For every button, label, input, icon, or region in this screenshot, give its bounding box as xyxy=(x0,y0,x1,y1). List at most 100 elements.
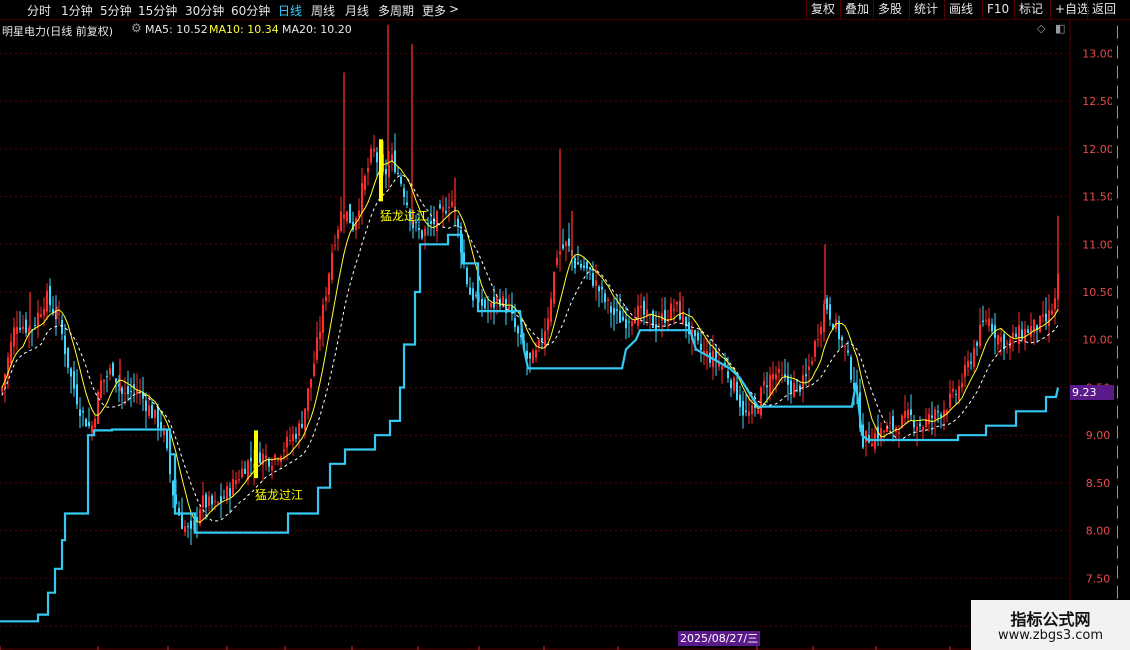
side-panel-glyph: │ xyxy=(1114,86,1121,99)
kline-chart[interactable]: 13.0012.5012.0011.5011.0010.5010.009.509… xyxy=(0,20,1112,650)
period-tab-7[interactable]: 周线 xyxy=(311,2,335,19)
candle-body xyxy=(1030,326,1032,337)
candle-body xyxy=(271,465,273,471)
y-tick-label: 12.50 xyxy=(1082,95,1112,108)
candle-body xyxy=(841,337,843,341)
candle-body xyxy=(229,488,231,497)
candle-body xyxy=(241,468,243,478)
candle-body xyxy=(745,410,747,413)
candle-body xyxy=(541,337,543,341)
period-tab-6[interactable]: 日线 xyxy=(278,2,302,19)
side-panel-glyph: │ xyxy=(1114,206,1121,219)
candle-body xyxy=(289,440,291,442)
candle-body xyxy=(967,360,969,368)
period-tab-9[interactable]: 多周期 xyxy=(378,2,414,19)
toolbar-button-6[interactable]: 标记 xyxy=(1014,0,1047,19)
side-panel-glyph: │ xyxy=(1114,386,1121,399)
candle-body xyxy=(286,436,288,448)
candle-body xyxy=(892,416,894,430)
candle-body xyxy=(307,388,309,411)
candle-body xyxy=(1042,314,1044,317)
signal-bar xyxy=(379,139,383,202)
candle-body xyxy=(94,418,96,428)
candle-body xyxy=(10,341,12,364)
toolbar-button-8[interactable]: 返回 xyxy=(1087,0,1120,19)
candle-body xyxy=(772,373,774,380)
candle-body xyxy=(919,423,921,427)
candle-body xyxy=(394,150,396,172)
candle-body xyxy=(154,409,156,418)
toolbar-button-0[interactable]: 复权 xyxy=(806,0,839,19)
toolbar-button-1[interactable]: 叠加 xyxy=(840,0,873,19)
period-tab-2[interactable]: 5分钟 xyxy=(100,2,132,19)
toolbar-button-5[interactable]: F10 xyxy=(982,0,1013,19)
candle-body xyxy=(595,280,597,286)
candle-body xyxy=(916,426,918,431)
candle-body xyxy=(574,258,576,269)
period-tab-3[interactable]: 15分钟 xyxy=(138,2,177,19)
candle-body xyxy=(976,342,978,346)
candle-body xyxy=(181,512,183,529)
candle-body xyxy=(298,423,300,437)
candle-body xyxy=(439,204,441,209)
candle-body xyxy=(64,335,66,355)
candle-body xyxy=(568,238,570,246)
candle-body xyxy=(157,407,159,428)
candle-body xyxy=(952,388,954,392)
period-tab-0[interactable]: 分时 xyxy=(27,2,51,19)
candle-body xyxy=(559,251,561,255)
candle-body xyxy=(694,329,696,337)
candle-body xyxy=(79,409,81,417)
candle-body xyxy=(1027,329,1029,334)
candle-body xyxy=(25,319,27,333)
candle-body xyxy=(814,341,816,357)
candle-body xyxy=(742,400,744,416)
candle-body xyxy=(367,167,369,173)
candle-body xyxy=(748,411,750,417)
candle-body xyxy=(988,318,990,327)
candle-body xyxy=(148,405,150,417)
candle-body xyxy=(907,409,909,419)
candle-body xyxy=(187,526,189,528)
candle-body xyxy=(973,347,975,367)
candle-body xyxy=(208,496,210,506)
candle-body xyxy=(997,335,999,345)
candle-body xyxy=(37,312,39,328)
candle-body xyxy=(85,419,87,427)
period-tab-8[interactable]: 月线 xyxy=(345,2,369,19)
candle-body xyxy=(793,382,795,398)
candle-body xyxy=(991,323,993,332)
candle-body xyxy=(922,426,924,431)
candle-body xyxy=(844,345,846,347)
more-arrow-icon[interactable]: > xyxy=(449,2,459,16)
period-tab-4[interactable]: 30分钟 xyxy=(185,2,224,19)
candle-body xyxy=(49,285,51,306)
candle-body xyxy=(388,164,390,178)
toolbar-button-3[interactable]: 统计 xyxy=(909,0,942,19)
candle-body xyxy=(232,479,234,496)
candle-body xyxy=(43,309,45,316)
candle-body xyxy=(211,495,213,505)
period-tab-10[interactable]: 更多 xyxy=(422,2,446,19)
side-panel-glyph: │ xyxy=(1114,146,1121,159)
side-panel-glyph: │ xyxy=(1114,586,1121,599)
candle-body xyxy=(823,304,825,333)
side-panel-glyph: │ xyxy=(1114,466,1121,479)
watermark-logo: 指标公式网 www.zbgs3.com xyxy=(971,600,1130,650)
candle-body xyxy=(469,287,471,295)
toolbar-button-2[interactable]: 多股 xyxy=(873,0,906,19)
candle-body xyxy=(562,244,564,249)
period-tab-5[interactable]: 60分钟 xyxy=(231,2,270,19)
candle-body xyxy=(442,206,444,212)
candle-body xyxy=(115,378,117,383)
candle-body xyxy=(670,303,672,320)
candle-body xyxy=(550,298,552,323)
period-tab-1[interactable]: 1分钟 xyxy=(61,2,93,19)
candle-body xyxy=(151,405,153,419)
toolbar-button-4[interactable]: 画线 xyxy=(944,0,977,19)
candle-body xyxy=(931,415,933,418)
candle-body xyxy=(475,295,477,297)
candle-body xyxy=(979,324,981,347)
candle-body xyxy=(244,468,246,475)
candle-body xyxy=(847,350,849,353)
